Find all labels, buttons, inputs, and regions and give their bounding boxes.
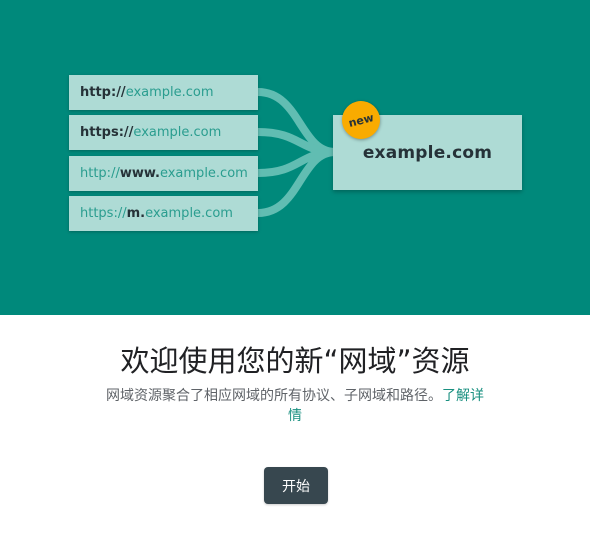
source-url-part: example.com — [159, 166, 248, 181]
illustration-banner: http://example.com https://example.com h… — [0, 0, 590, 315]
source-url-part: http:// — [80, 166, 120, 181]
start-button[interactable]: 开始 — [264, 467, 328, 504]
dialog-description: 网域资源聚合了相应网域的所有协议、子网域和路径。了解详情 — [103, 386, 487, 426]
source-url-part: https:// — [80, 206, 127, 221]
source-url-card: https://example.com — [69, 115, 258, 150]
source-url-part: m. — [126, 206, 146, 221]
source-url-card: http://example.com — [69, 75, 258, 110]
source-url-part: example.com — [125, 85, 214, 100]
description-text: 网域资源聚合了相应网域的所有协议、子网域和路径。 — [106, 388, 442, 404]
source-url-part: www. — [119, 166, 160, 181]
source-url-card: https://m. example.com — [69, 196, 258, 231]
source-url-part: https:// — [80, 125, 134, 140]
source-url-part: example.com — [133, 125, 222, 140]
source-url-part: http:// — [80, 85, 126, 100]
dialog-title: 欢迎使用您的新“网域”资源 — [120, 344, 470, 378]
source-url-card: http://www. example.com — [69, 156, 258, 191]
source-url-part: example.com — [145, 206, 233, 221]
